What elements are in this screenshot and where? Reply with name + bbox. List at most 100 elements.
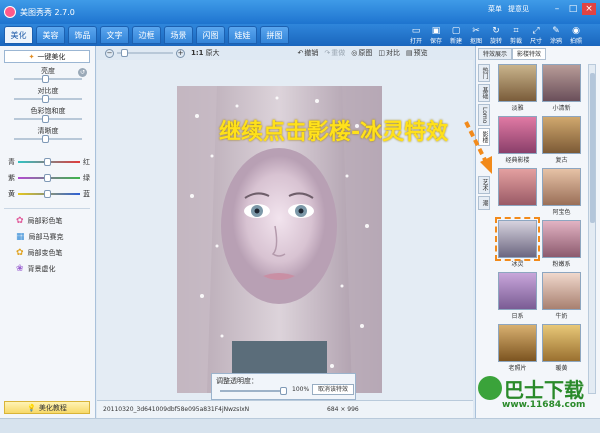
minimize-icon[interactable]: – <box>550 3 564 15</box>
tab-studio-effects[interactable]: 影楼特效 <box>512 48 547 60</box>
tab-effect-showcase[interactable]: 特效展示 <box>478 48 513 60</box>
effect-thumb-abao[interactable]: 阿宝色 <box>542 168 581 216</box>
local-color-pen[interactable]: ✿ 局部彩色笔 <box>16 216 63 226</box>
tab-scene[interactable]: 场景 <box>164 26 193 44</box>
close-icon[interactable]: × <box>582 3 596 15</box>
new-button[interactable]: ▢ 新建 <box>446 24 466 46</box>
recolor-pen-icon: ✿ <box>16 248 24 258</box>
yellow-blue-slider[interactable]: 黄 蓝 <box>4 190 92 198</box>
one-key-beautify-button[interactable]: ✦ 一键美化 <box>4 50 90 63</box>
watermark-url: www.11684.com <box>502 400 586 410</box>
effect-thumb-old-photo[interactable]: 老照片 <box>498 324 537 372</box>
sharpness-slider[interactable] <box>14 135 82 143</box>
effects-scrollbar[interactable] <box>588 64 596 394</box>
slider-track[interactable] <box>18 174 80 182</box>
slider-knob[interactable] <box>44 174 51 182</box>
slider-knob[interactable] <box>42 95 49 103</box>
tab-beautify[interactable]: 美化 <box>4 26 33 44</box>
compare-button[interactable]: ◫ 对比 <box>378 48 400 58</box>
blur-icon: ❀ <box>16 264 24 274</box>
tab-beauty[interactable]: 美容 <box>36 26 65 44</box>
vtab-hot[interactable]: 热门 <box>478 64 490 82</box>
feedback-link[interactable]: 提意见 <box>508 4 529 14</box>
resize-button[interactable]: ⤢ 尺寸 <box>526 24 546 46</box>
effect-thumb-elegant[interactable]: 淡雅 <box>498 64 537 112</box>
crop-button[interactable]: ⌗ 剪裁 <box>506 24 526 46</box>
tab-collage[interactable]: 拼图 <box>260 26 289 44</box>
brush-icon: ✎ <box>552 25 560 36</box>
local-recolor-pen[interactable]: ✿ 局部变色笔 <box>16 248 63 258</box>
cutout-button[interactable]: ✂ 抠图 <box>466 24 486 46</box>
rotate-button[interactable]: ↻ 旋转 <box>486 24 506 46</box>
background-blur[interactable]: ❀ 背景虚化 <box>16 264 56 274</box>
menu-link[interactable]: 菜单 <box>488 4 502 14</box>
original-button[interactable]: ◎ 原图 <box>351 48 372 58</box>
thumb-image <box>495 217 540 261</box>
thumb-image <box>498 324 537 362</box>
effect-thumb-pink[interactable]: 粉嫩系 <box>542 220 581 268</box>
slider-track[interactable] <box>18 190 80 198</box>
zoom-slider[interactable] <box>117 49 173 57</box>
opacity-panel: 调整透明度： 100% 取消该特效 <box>211 373 356 400</box>
effect-thumb-classic[interactable]: 经典影楼 <box>498 116 537 164</box>
effect-thumb-milk[interactable]: 牛奶 <box>542 272 581 320</box>
save-icon: ▣ <box>431 25 441 36</box>
preview-button[interactable]: ▤ 预览 <box>406 48 428 58</box>
camera-button[interactable]: ◉ 拍照 <box>566 24 586 46</box>
title-links: 菜单 提意见 <box>488 4 529 14</box>
undo-button[interactable]: ↶ 撤销 <box>298 48 319 58</box>
slider-knob[interactable] <box>42 135 49 143</box>
effect-thumb-japanese[interactable]: 日系 <box>498 272 537 320</box>
thumb-image <box>542 168 581 206</box>
app-window: 美图秀秀 2.7.0 菜单 提意见 – □ × 美化 美容 饰品 文字 边框 场… <box>0 0 600 433</box>
slider-knob[interactable] <box>42 75 49 83</box>
canvas-toolbar: − + 1:1 原大 ↶ 撤销 ↷ 重做 ◎ 原图 ◫ 对比 ▤ 预览 <box>97 46 473 60</box>
effect-thumb-fresh[interactable]: 小清新 <box>542 64 581 112</box>
redo-button[interactable]: ↷ 重做 <box>324 48 345 58</box>
thumb-image <box>542 116 581 154</box>
vtab-trend[interactable]: 潮 <box>478 196 490 210</box>
effect-thumb-ice-spirit[interactable]: 冰灵 <box>495 217 540 268</box>
zoom-out-icon[interactable]: − <box>105 48 114 58</box>
saturation-slider[interactable] <box>14 115 82 123</box>
actual-size-button[interactable]: 原大 <box>206 48 220 58</box>
instruction-headline: 继续点击影楼-冰灵特效 <box>219 120 449 145</box>
zoom-in-icon[interactable]: + <box>176 48 185 58</box>
scrollbar-thumb[interactable] <box>590 73 595 223</box>
main-tabs: 美化 美容 饰品 文字 边框 场景 闪图 娃娃 拼图 ▭ 打开 ▣ 保存 ▢ 新建 ✂… <box>0 24 600 46</box>
rotate-icon: ↻ <box>492 25 500 36</box>
save-button[interactable]: ▣ 保存 <box>426 24 446 46</box>
bulb-icon: 💡 <box>27 403 36 412</box>
cancel-effect-button[interactable]: 取消该特效 <box>312 384 354 395</box>
local-mosaic[interactable]: ▦ 局部马赛克 <box>16 232 64 242</box>
slider-track[interactable] <box>18 158 80 166</box>
maximize-icon[interactable]: □ <box>566 3 580 15</box>
tab-accessories[interactable]: 饰品 <box>68 26 97 44</box>
effects-tabs: 特效展示 影楼特效 <box>478 48 547 60</box>
opacity-slider[interactable] <box>220 387 287 395</box>
vtab-basic[interactable]: 基础 <box>478 84 490 102</box>
slider-knob[interactable] <box>280 387 287 395</box>
tab-flash[interactable]: 闪图 <box>196 26 225 44</box>
compare-icon: ◫ <box>378 49 386 57</box>
open-button[interactable]: ▭ 打开 <box>406 24 426 46</box>
tutorial-button[interactable]: 💡 美化教程 <box>4 401 90 414</box>
reset-icon[interactable]: ↺ <box>78 68 87 77</box>
slider-knob[interactable] <box>121 49 128 57</box>
tab-text[interactable]: 文字 <box>100 26 129 44</box>
slider-knob[interactable] <box>44 190 51 198</box>
slider-knob[interactable] <box>42 115 49 123</box>
effect-thumb-retro[interactable]: 复古 <box>542 116 581 164</box>
slider-knob[interactable] <box>44 158 51 166</box>
tab-doll[interactable]: 娃娃 <box>228 26 257 44</box>
effect-thumb-unnamed[interactable] <box>498 168 537 206</box>
tab-frame[interactable]: 边框 <box>132 26 161 44</box>
brush-button[interactable]: ✎ 涂鸦 <box>546 24 566 46</box>
brightness-slider[interactable] <box>14 75 82 83</box>
cyan-red-slider[interactable]: 青 红 <box>4 158 92 166</box>
ratio-label: 1:1 <box>191 49 204 57</box>
purple-green-slider[interactable]: 紫 绿 <box>4 174 92 182</box>
effect-thumb-warm-yellow[interactable]: 暖黄 <box>542 324 581 372</box>
contrast-slider[interactable] <box>14 95 82 103</box>
watermark-logo-icon <box>478 376 502 400</box>
